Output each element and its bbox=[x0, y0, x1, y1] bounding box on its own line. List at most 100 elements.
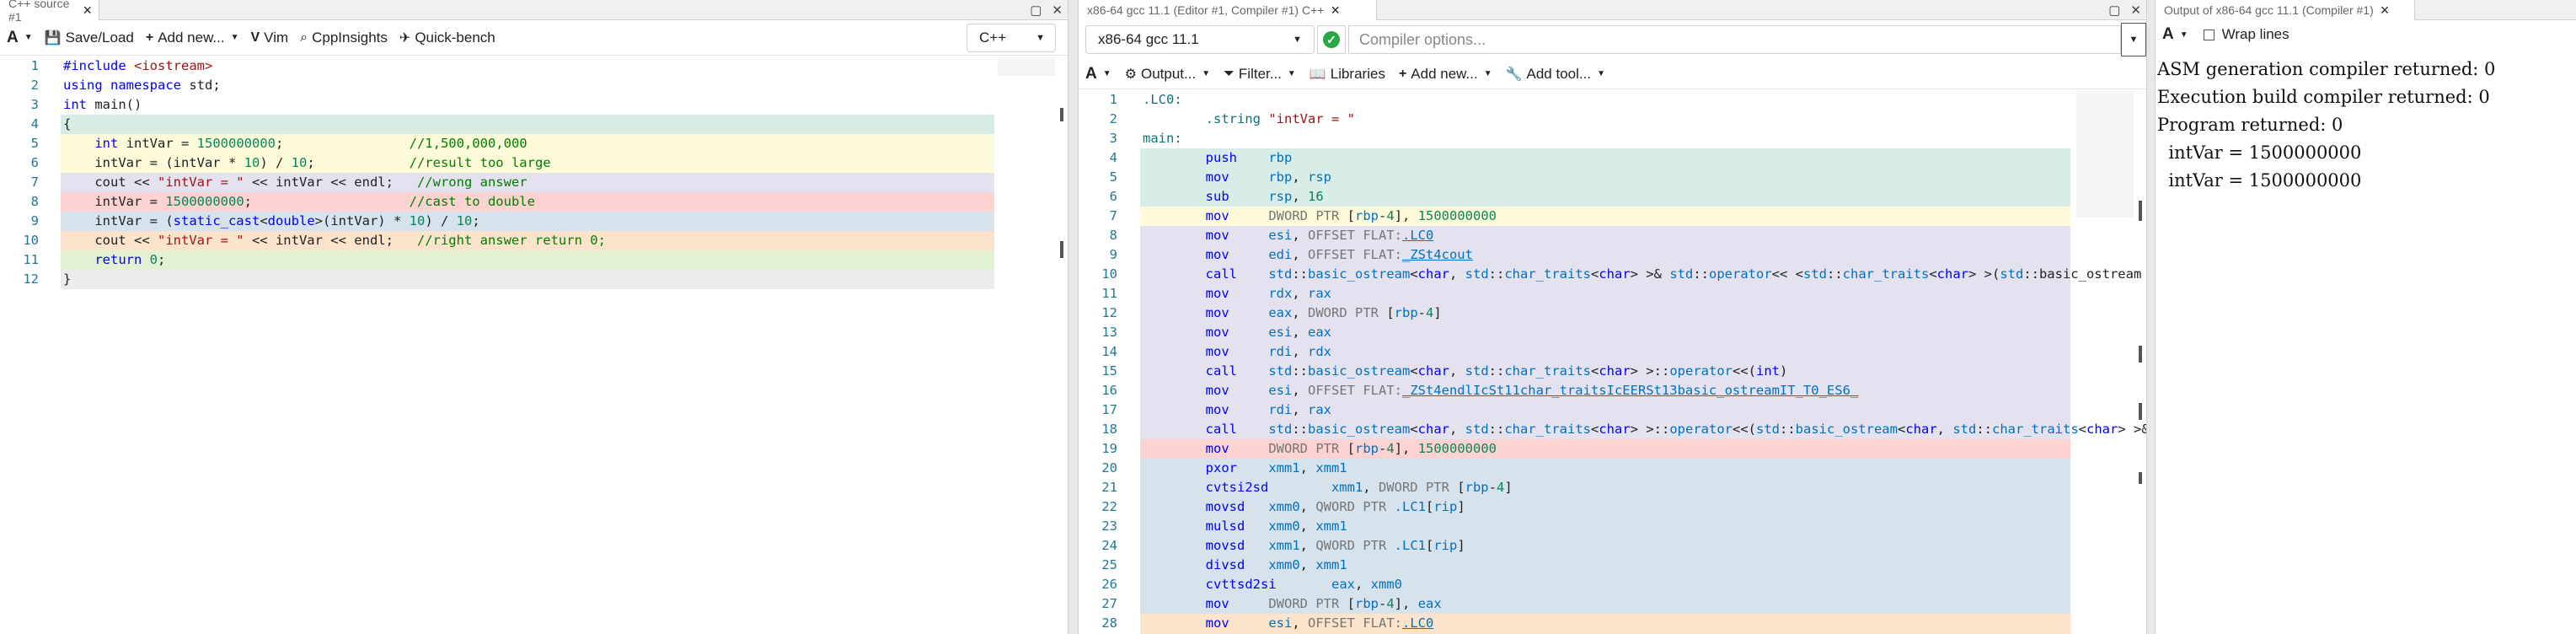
code-text: int intVar = 1500000000; //1,500,000,000 bbox=[94, 136, 528, 151]
source-code-editor[interactable]: 1 #include <iostream> 2 using namespace std… bbox=[0, 56, 1068, 634]
tab-output[interactable]: Output of x86-64 gcc 11.1 (Compiler #1) … bbox=[2156, 0, 2415, 20]
source-line[interactable]: 2 using namespace std; bbox=[0, 76, 1068, 95]
line-number: 11 bbox=[23, 252, 39, 267]
save-load-button[interactable]: 💾 Save/Load bbox=[45, 30, 134, 46]
asm-line[interactable]: 10 call std::basic_ostream<char, std::ch… bbox=[1079, 265, 2146, 284]
cppinsights-button[interactable]: ⌕ CppInsights bbox=[300, 30, 388, 46]
asm-line[interactable]: 26 cvttsd2si eax, xmm0 bbox=[1079, 575, 2146, 594]
source-line[interactable]: 8 intVar = 1500000000; //cast to double bbox=[0, 192, 1068, 212]
source-line[interactable]: 5 int intVar = 1500000000; //1,500,000,0… bbox=[0, 134, 1068, 153]
language-select[interactable]: C++ ▼ bbox=[967, 24, 1056, 52]
add-tool-button[interactable]: 🔧 Add tool... ▼ bbox=[1506, 66, 1605, 83]
source-line[interactable]: 10 cout << "intVar = " << intVar << endl… bbox=[0, 231, 1068, 250]
close-icon[interactable]: × bbox=[83, 3, 92, 18]
asm-line[interactable]: 1 .LC0: bbox=[1079, 90, 2146, 110]
check-icon: ✓ bbox=[1323, 31, 1340, 48]
tab-strip: C++ source #1 × ▢ ✕ bbox=[0, 0, 1068, 24]
code-text: mov esi, OFFSET FLAT:_ZSt4endlIcSt11char… bbox=[1205, 383, 1859, 398]
libraries-button[interactable]: 📖 Libraries bbox=[1309, 66, 1385, 83]
asm-line[interactable]: 5 mov rbp, rsp bbox=[1079, 168, 2146, 187]
code-text: mov eax, DWORD PTR [rbp-4] bbox=[1205, 305, 1442, 320]
asm-line[interactable]: 20 pxor xmm1, xmm1 bbox=[1079, 459, 2146, 478]
code-text: push rbp bbox=[1205, 150, 1293, 165]
asm-line[interactable]: 9 mov edi, OFFSET FLAT:_ZSt4cout bbox=[1079, 245, 2146, 265]
maximize-icon[interactable]: ▢ bbox=[2108, 3, 2120, 18]
code-text: main: bbox=[1143, 131, 1182, 146]
asm-line[interactable]: 27 mov DWORD PTR [rbp-4], eax bbox=[1079, 594, 2146, 614]
add-new-button[interactable]: + Add new... ▼ bbox=[1399, 66, 1492, 83]
chevron-down-icon: ▼ bbox=[1293, 35, 1302, 45]
code-text: pxor xmm1, xmm1 bbox=[1205, 460, 1347, 476]
asm-line[interactable]: 17 mov rdi, rax bbox=[1079, 400, 2146, 420]
source-line[interactable]: 3 int main() bbox=[0, 95, 1068, 115]
asm-line[interactable]: 18 call std::basic_ostream<char, std::ch… bbox=[1079, 420, 2146, 439]
wrap-lines-checkbox[interactable] bbox=[2203, 29, 2215, 40]
wrap-lines-toggle[interactable]: Wrap lines bbox=[2203, 26, 2289, 43]
minimap[interactable] bbox=[2076, 91, 2134, 218]
pane-splitter[interactable] bbox=[1068, 0, 1079, 634]
pane-splitter[interactable] bbox=[2146, 0, 2156, 634]
compile-status[interactable]: ✓ bbox=[1317, 25, 1346, 54]
quickbench-button[interactable]: ✈ Quick-bench bbox=[399, 30, 495, 46]
scrollbar-thumb[interactable] bbox=[2139, 201, 2142, 221]
compiler-select[interactable]: x86-64 gcc 11.1 ▼ bbox=[1085, 25, 1315, 54]
chevron-down-icon: ▼ bbox=[1102, 69, 1111, 78]
asm-line[interactable]: 15 call std::basic_ostream<char, std::ch… bbox=[1079, 362, 2146, 381]
close-icon[interactable]: × bbox=[1331, 3, 1340, 18]
tab-compiler[interactable]: x86-64 gcc 11.1 (Editor #1, Compiler #1)… bbox=[1079, 0, 1377, 20]
filter-icon: ⏷ bbox=[1224, 66, 1234, 81]
tab-controls: ▢ ✕ bbox=[1030, 0, 1063, 20]
asm-line[interactable]: 12 mov eax, DWORD PTR [rbp-4] bbox=[1079, 304, 2146, 323]
source-line[interactable]: 4{ bbox=[0, 115, 1068, 134]
line-number: 5 bbox=[1109, 169, 1117, 185]
tab-cpp-source[interactable]: C++ source #1 × bbox=[0, 0, 99, 24]
asm-line[interactable]: 3 main: bbox=[1079, 129, 2146, 148]
wrench-icon: 🔧 bbox=[1505, 67, 1523, 82]
close-pane-icon[interactable]: ✕ bbox=[1052, 3, 1063, 18]
minimap[interactable] bbox=[998, 57, 1055, 76]
maximize-icon[interactable]: ▢ bbox=[1030, 3, 1042, 18]
asm-line[interactable]: 14 mov rdi, rdx bbox=[1079, 342, 2146, 362]
asm-line[interactable]: 21 cvtsi2sd xmm1, DWORD PTR [rbp-4] bbox=[1079, 478, 2146, 497]
scrollbar-thumb[interactable] bbox=[1060, 108, 1063, 121]
source-line[interactable]: 9 intVar = (static_cast<double>(intVar) … bbox=[0, 212, 1068, 231]
asm-line[interactable]: 4 push rbp bbox=[1079, 148, 2146, 168]
asm-line[interactable]: 28 mov esi, OFFSET FLAT:.LC0 bbox=[1079, 614, 2146, 633]
filter-button[interactable]: ⏷ Filter... ▼ bbox=[1224, 66, 1296, 83]
font-size-button[interactable]: A ▼ bbox=[1085, 65, 1111, 83]
asm-line[interactable]: 16 mov esi, OFFSET FLAT:_ZSt4endlIcSt11c… bbox=[1079, 381, 2146, 400]
source-line[interactable]: 12} bbox=[0, 270, 1068, 289]
scrollbar-marker bbox=[1060, 241, 1063, 258]
font-size-button[interactable]: A ▼ bbox=[2162, 25, 2188, 44]
chevron-down-icon: ▼ bbox=[1483, 69, 1492, 78]
asm-line[interactable]: 13 mov esi, eax bbox=[1079, 323, 2146, 342]
code-text: cvttsd2si eax, xmm0 bbox=[1205, 577, 1402, 592]
compiler-options-dropdown[interactable]: ▼ bbox=[2121, 23, 2146, 56]
font-size-button[interactable]: A ▼ bbox=[7, 29, 33, 47]
asm-line[interactable]: 11 mov rdx, rax bbox=[1079, 284, 2146, 304]
asm-line[interactable]: 7 mov DWORD PTR [rbp-4], 1500000000 bbox=[1079, 207, 2146, 226]
asm-line[interactable]: 23 mulsd xmm0, xmm1 bbox=[1079, 517, 2146, 536]
code-text: mov rbp, rsp bbox=[1205, 169, 1331, 185]
asm-line[interactable]: 6 sub rsp, 16 bbox=[1079, 187, 2146, 207]
source-line[interactable]: 1 #include <iostream> bbox=[0, 56, 1068, 76]
line-number: 6 bbox=[30, 155, 39, 170]
close-icon[interactable]: × bbox=[2381, 3, 2390, 18]
code-text: movsd xmm1, QWORD PTR .LC1[rip] bbox=[1205, 538, 1465, 553]
add-new-button[interactable]: + Add new... ▼ bbox=[146, 30, 239, 46]
vim-button[interactable]: V Vim bbox=[251, 30, 289, 46]
source-line[interactable]: 6 intVar = (intVar * 10) / 10; //result … bbox=[0, 153, 1068, 173]
asm-line[interactable]: 8 mov esi, OFFSET FLAT:.LC0 bbox=[1079, 226, 2146, 245]
asm-line[interactable]: 25 divsd xmm0, xmm1 bbox=[1079, 556, 2146, 575]
compiler-options-input[interactable]: Compiler options... bbox=[1348, 25, 2121, 54]
source-line[interactable]: 11 return 0; bbox=[0, 250, 1068, 270]
line-number: 1 bbox=[30, 58, 39, 73]
assembly-view[interactable]: 1 .LC0: 2 .string "intVar = " 3 main: 4 push … bbox=[1079, 90, 2146, 634]
close-pane-icon[interactable]: ✕ bbox=[2130, 3, 2141, 18]
asm-line[interactable]: 22 movsd xmm0, QWORD PTR .LC1[rip] bbox=[1079, 497, 2146, 517]
asm-line[interactable]: 19 mov DWORD PTR [rbp-4], 1500000000 bbox=[1079, 439, 2146, 459]
asm-line[interactable]: 2 .string "intVar = " bbox=[1079, 110, 2146, 129]
asm-line[interactable]: 24 movsd xmm1, QWORD PTR .LC1[rip] bbox=[1079, 536, 2146, 556]
source-line[interactable]: 7 cout << "intVar = " << intVar << endl;… bbox=[0, 173, 1068, 192]
output-button[interactable]: ⚙ Output... ▼ bbox=[1125, 66, 1210, 83]
